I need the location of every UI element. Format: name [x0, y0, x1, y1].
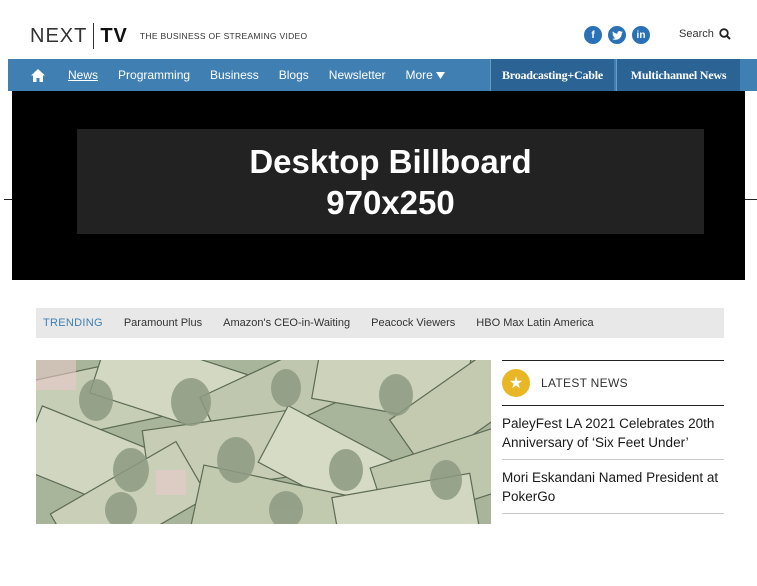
linkedin-icon[interactable]: in: [632, 26, 650, 44]
billboard-title: Desktop Billboard: [249, 142, 532, 180]
money-image: [36, 360, 491, 524]
divider-right: [743, 199, 757, 200]
twitter-icon[interactable]: [608, 26, 626, 44]
trending-bar: TRENDING Paramount Plus Amazon's CEO-in-…: [36, 308, 724, 338]
billboard-size: 970x250: [326, 183, 455, 221]
logo-tv: TV: [100, 24, 128, 47]
trending-item-amazon-ceo[interactable]: Amazon's CEO-in-Waiting: [223, 317, 350, 329]
latest-news-label: LATEST NEWS: [541, 376, 628, 390]
news-item[interactable]: PaleyFest LA 2021 Celebrates 20th Annive…: [502, 406, 724, 460]
search-label: Search: [679, 28, 714, 40]
latest-news-header: ★ LATEST NEWS: [502, 361, 724, 406]
latest-news-panel: ★ LATEST NEWS PaleyFest LA 2021 Celebrat…: [502, 360, 724, 514]
star-icon: ★: [502, 369, 530, 397]
social-links: f in: [584, 26, 650, 44]
nav-item-business[interactable]: Business: [210, 68, 259, 82]
site-header: NEXT TV THE BUSINESS OF STREAMING VIDEO …: [0, 0, 757, 58]
site-tagline: THE BUSINESS OF STREAMING VIDEO: [139, 31, 308, 41]
brand-multichannel-news[interactable]: Multichannel News: [616, 59, 740, 91]
caret-down-icon: [435, 71, 445, 79]
trending-item-paramount-plus[interactable]: Paramount Plus: [124, 317, 202, 329]
search-button[interactable]: Search: [679, 28, 731, 40]
billboard-ad[interactable]: Desktop Billboard 970x250: [12, 91, 745, 280]
main-nav: News Programming Business Blogs Newslett…: [8, 59, 757, 91]
trending-item-peacock-viewers[interactable]: Peacock Viewers: [371, 317, 455, 329]
facebook-icon[interactable]: f: [584, 26, 602, 44]
site-logo[interactable]: NEXT TV THE BUSINESS OF STREAMING VIDEO: [30, 22, 307, 50]
trending-label: TRENDING: [43, 317, 103, 329]
search-icon: [719, 28, 731, 40]
nav-item-newsletter[interactable]: Newsletter: [329, 68, 386, 82]
nav-more-button[interactable]: More: [405, 68, 445, 82]
nav-more-label: More: [405, 68, 433, 82]
nav-item-blogs[interactable]: Blogs: [279, 68, 309, 82]
nav-item-programming[interactable]: Programming: [118, 68, 190, 82]
trending-item-hbo-max[interactable]: HBO Max Latin America: [476, 317, 593, 329]
hero-image[interactable]: [36, 360, 491, 524]
brand-broadcasting-cable[interactable]: Broadcasting+Cable: [490, 59, 614, 91]
logo-divider: [93, 23, 95, 49]
nav-item-news[interactable]: News: [68, 68, 98, 82]
logo-next: NEXT: [30, 24, 88, 47]
home-icon[interactable]: [28, 68, 48, 82]
news-item[interactable]: Mori Eskandani Named President at PokerG…: [502, 460, 724, 514]
billboard-ad-placeholder: Desktop Billboard 970x250: [77, 129, 704, 234]
